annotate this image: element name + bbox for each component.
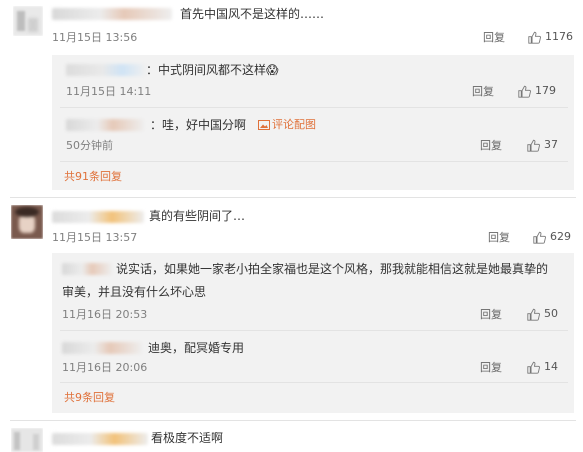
reply-timestamp: 11月15日 14:11: [66, 85, 152, 98]
like-count: 50: [544, 307, 558, 320]
like-count: 14: [544, 360, 558, 373]
username-obscured[interactable]: [52, 8, 172, 20]
comment-image-link[interactable]: 评论配图: [258, 118, 316, 132]
like-count: 1176: [545, 30, 573, 43]
username-obscured[interactable]: [52, 433, 148, 445]
reply-button[interactable]: 回复: [483, 31, 505, 45]
reply-text-line-2: 审美，并且没有什么坏心思: [62, 285, 207, 299]
reply-text-line-1: 说实话，如果她一家老小拍全家福也是这个风格，那我就能相信这就是她最真挚的: [116, 262, 549, 276]
reply-button[interactable]: 回复: [472, 85, 494, 99]
like-button[interactable]: 37: [527, 138, 558, 152]
thumbs-up-icon: [528, 31, 541, 44]
reply-button[interactable]: 回复: [488, 231, 510, 245]
avatar[interactable]: [11, 428, 43, 452]
like-button[interactable]: 629: [533, 230, 571, 244]
avatar[interactable]: [11, 205, 43, 239]
reply-button[interactable]: 回复: [480, 139, 502, 153]
username-obscured[interactable]: [62, 342, 142, 354]
reply-text: ：哇，好中国分啊: [150, 118, 247, 132]
comment-timestamp: 11月15日 13:57: [52, 231, 138, 244]
like-button[interactable]: 50: [527, 307, 558, 321]
divider: [60, 161, 568, 162]
thumbs-up-icon: [518, 85, 531, 98]
reply-timestamp: 11月16日 20:06: [62, 361, 148, 374]
comment-timestamp: 11月15日 13:56: [52, 31, 138, 44]
reply-timestamp: 50分钟前: [66, 139, 113, 152]
view-more-replies-link[interactable]: 共91条回复: [64, 170, 122, 184]
picture-icon: [258, 120, 270, 130]
thumbs-up-icon: [527, 139, 540, 152]
divider: [60, 330, 568, 331]
username-obscured[interactable]: [62, 263, 112, 275]
username-obscured[interactable]: [66, 119, 144, 131]
reply-button[interactable]: 回复: [480, 308, 502, 322]
reply-button[interactable]: 回复: [480, 361, 502, 375]
comment-text: 首先中国风不是这样的……: [180, 7, 325, 21]
reply-text: ：中式阴间风都不这样😱: [146, 63, 279, 77]
thumbs-up-icon: [533, 231, 546, 244]
view-more-replies-link[interactable]: 共9条回复: [64, 391, 115, 405]
divider: [60, 107, 568, 108]
comment-text: 看极度不适啊: [151, 431, 224, 445]
divider: [60, 382, 568, 383]
like-count: 629: [550, 230, 571, 243]
reply-thread: [52, 253, 574, 413]
comment-divider: [10, 197, 576, 198]
comment-text: 真的有些阴间了…: [149, 209, 246, 223]
like-button[interactable]: 14: [527, 360, 558, 374]
avatar[interactable]: [13, 6, 43, 36]
like-button[interactable]: 179: [518, 84, 556, 98]
like-count: 37: [544, 138, 558, 151]
scream-emoji-icon: 😱: [266, 63, 279, 77]
reply-timestamp: 11月16日 20:53: [62, 308, 148, 321]
thumbs-up-icon: [527, 308, 540, 321]
reply-text: 迪奥，配冥婚专用: [148, 341, 245, 355]
username-obscured[interactable]: [66, 64, 146, 76]
like-button[interactable]: 1176: [528, 30, 573, 44]
like-count: 179: [535, 84, 556, 97]
comment-divider: [10, 420, 576, 421]
username-obscured[interactable]: [52, 211, 144, 223]
thumbs-up-icon: [527, 361, 540, 374]
